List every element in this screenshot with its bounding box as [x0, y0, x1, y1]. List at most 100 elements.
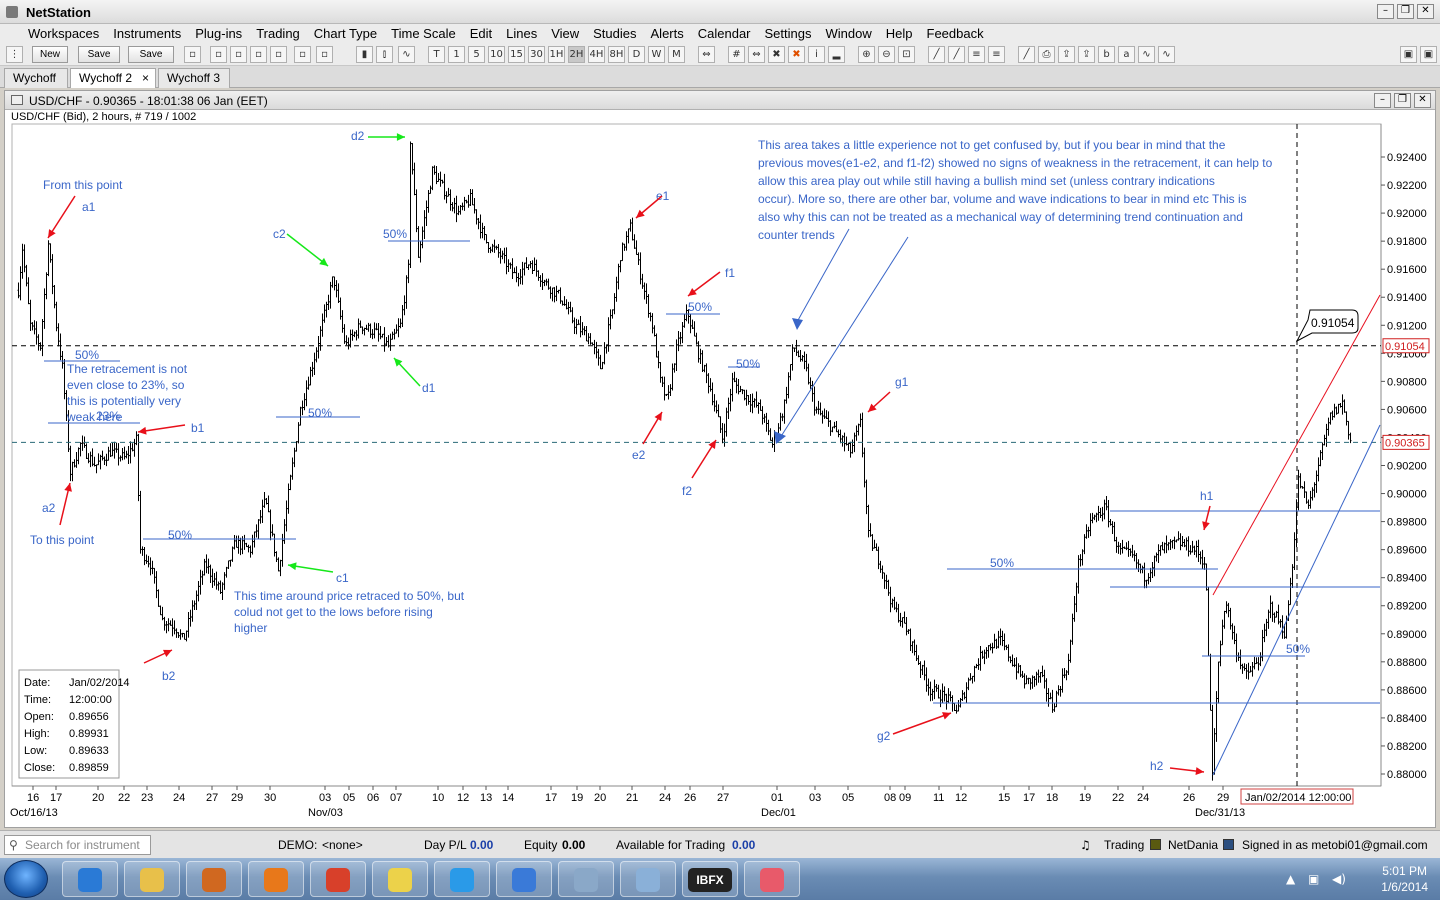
ohlc-bar: [1185, 537, 1188, 551]
taskbar-calculator-button[interactable]: [620, 861, 676, 897]
ohlc-bar: [1317, 457, 1320, 482]
ohlc-bar: [729, 388, 732, 412]
taskbar-ibfx-button[interactable]: IBFX: [682, 861, 738, 897]
ohlc-bar: [399, 318, 402, 329]
taskbar-internet-explorer-button[interactable]: [62, 861, 118, 897]
ohlc-bar: [903, 611, 906, 624]
ohlc-bar: [909, 628, 912, 651]
ohlc-bar: [431, 166, 434, 191]
ohlc-bar: [493, 239, 496, 253]
x-tick-label: 21: [626, 792, 638, 804]
taskbar-media-player-button[interactable]: [186, 861, 242, 897]
ohlc-bar: [651, 313, 654, 334]
ohlc-bar: [837, 429, 840, 438]
ohlc-bar: [1325, 423, 1328, 447]
instrument-search-input[interactable]: ⚲ Search for instrument: [4, 835, 151, 855]
ohlc-bar: [895, 601, 898, 613]
ohlc-bar: [1097, 505, 1100, 521]
taskbar-clock[interactable]: 5:01 PM 1/6/2014: [1381, 863, 1428, 895]
taskbar-file-explorer-button[interactable]: [124, 861, 180, 897]
y-tick-label: 0.89000: [1387, 629, 1427, 641]
x-tick-label: 12: [955, 792, 967, 804]
ohlc-bar: [907, 629, 910, 634]
x-tick-label: 19: [1079, 792, 1091, 804]
ohlc-bar: [835, 420, 838, 433]
data-box-value-close: 0.89859: [69, 762, 109, 774]
ohlc-bar: [901, 617, 904, 628]
ohlc-bar: [283, 519, 286, 544]
ohlc-bar: [603, 342, 606, 365]
taskbar-chrome-button[interactable]: [310, 861, 366, 897]
ohlc-bar: [1189, 545, 1192, 555]
ohlc-bar: [411, 143, 414, 175]
ohlc-bar: [683, 314, 686, 328]
ohlc-bar: [1003, 633, 1006, 651]
ohlc-bar: [203, 558, 206, 576]
ohlc-bar: [1243, 663, 1246, 671]
ohlc-bar: [1289, 577, 1292, 606]
demo-label: DEMO:: [278, 838, 318, 852]
available-value: 0.00: [732, 838, 756, 852]
taskbar-app-button[interactable]: [744, 861, 800, 897]
ohlc-bar: [1087, 526, 1090, 538]
status-bar: ⚲ Search for instrument DEMO: <none> Day…: [0, 830, 1440, 858]
taskbar-skype-button[interactable]: [434, 861, 490, 897]
ohlc-bar: [875, 543, 878, 551]
ohlc-bar: [1195, 540, 1198, 558]
x-tick-label: 09: [899, 792, 911, 804]
tray-arrow-icon[interactable]: ▲: [1286, 872, 1295, 886]
ohlc-bar: [763, 413, 766, 423]
ohlc-bar: [593, 339, 596, 355]
ohlc-bar: [1053, 702, 1056, 712]
ohlc-bar: [179, 629, 182, 640]
ohlc-bar: [503, 247, 506, 264]
ohlc-bar: [1131, 544, 1134, 558]
ohlc-bar: [879, 560, 882, 573]
taskbar-netstation-button[interactable]: [558, 861, 614, 897]
ohlc-bar: [637, 252, 640, 265]
price-chart[interactable]: 0.92400 0.92200 0.92000 0.91800 0.91600 0.914…: [0, 0, 1440, 830]
x-month-label: Nov/03: [308, 807, 343, 819]
start-button[interactable]: [4, 860, 48, 898]
ohlc-bar: [915, 644, 918, 662]
taskbar-sticky-notes-button[interactable]: [372, 861, 428, 897]
x-tick-label: 27: [206, 792, 218, 804]
ohlc-bar: [221, 582, 224, 601]
ohlc-bar: [1319, 450, 1322, 467]
ohlc-bar: [831, 426, 834, 433]
ohlc-bar: [45, 272, 48, 300]
ohlc-bar: [611, 309, 614, 319]
ohlc-bar: [23, 244, 26, 273]
ohlc-bar: [1225, 601, 1228, 614]
ohlc-bar: [699, 348, 702, 365]
tray-volume-icon[interactable]: ◀): [1332, 872, 1346, 886]
ohlc-bar: [703, 364, 706, 373]
ohlc-bar: [1017, 663, 1020, 674]
ohlc-bar: [1255, 657, 1258, 665]
ohlc-bar: [913, 639, 916, 656]
ohlc-bar: [1211, 704, 1214, 781]
taskbar-firefox-button[interactable]: [248, 861, 304, 897]
ohlc-bar: [1007, 644, 1010, 662]
ohlc-bar: [345, 335, 348, 346]
bell-icon[interactable]: ♫: [1080, 838, 1091, 852]
ohlc-bar: [545, 278, 548, 286]
ohlc-bar: [211, 568, 214, 588]
tray-network-icon[interactable]: ▣: [1308, 872, 1319, 886]
ohlc-bar: [927, 678, 930, 696]
y-tick-label: 0.91400: [1387, 292, 1427, 304]
ohlc-bar: [653, 325, 656, 337]
ohlc-bar: [673, 363, 676, 373]
taskbar-thunderbird-button[interactable]: [496, 861, 552, 897]
x-month-label: Dec/01: [761, 807, 796, 819]
ohlc-bar: [1065, 670, 1068, 681]
ohlc-bar: [341, 310, 344, 333]
ohlc-bar: [457, 205, 460, 216]
ohlc-bar: [1193, 545, 1196, 556]
ohlc-bar: [713, 394, 716, 412]
ohlc-bar: [855, 425, 858, 441]
ohlc-bar: [53, 284, 56, 309]
ohlc-bar: [1071, 613, 1074, 645]
ohlc-bar: [787, 372, 790, 399]
data-box-label: Close:: [24, 762, 55, 774]
